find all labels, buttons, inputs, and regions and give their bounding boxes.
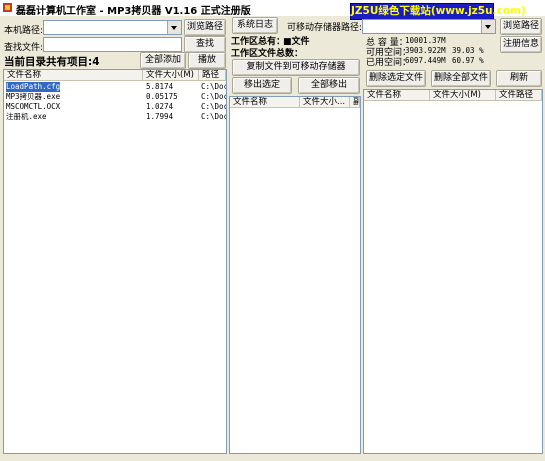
add-all-button[interactable]: 全部添加 [140,52,186,69]
local-path-combo[interactable] [43,20,182,35]
local-col-path[interactable]: 路径 [199,70,226,81]
workspace-col-name[interactable]: 文件名称 [230,97,300,108]
local-file-list[interactable]: 文件名称 文件大小(M) 路径 LoadPath.cfg 5.8174 C:\D… [3,69,227,454]
move-out-all-button[interactable]: 全部移出 [298,77,360,94]
table-row[interactable]: MP3拷贝器.exe 0.05175 C:\Doc [4,92,226,102]
brand-banner: JZ5U绿色下载站(www.jz5u.com) [350,3,526,20]
free-space-value: 3903.922M [405,46,446,55]
row-name: MP3拷贝器.exe [6,92,61,101]
removable-browse-button[interactable]: 浏览路径 [500,18,542,35]
removable-col-name[interactable]: 文件名称 [364,90,430,101]
row-path: C:\Doc [201,102,226,111]
local-col-name[interactable]: 文件名称 [4,70,143,81]
row-name: MSCOMCTL.OCX [6,102,61,111]
row-name: LoadPath.cfg [6,82,61,92]
workspace-file-list[interactable]: 文件名称 文件大小... 副 [229,96,361,454]
refresh-button[interactable]: 刷新 [496,70,542,87]
copy-to-removable-button[interactable]: 复制文件到可移动存储器 [232,59,360,76]
row-size: 1.0274 [146,102,174,111]
used-space-pct: 60.97 % [452,56,484,65]
removable-file-list[interactable]: 文件名称 文件大小(M) 文件路径 [363,89,543,454]
row-size: 5.8174 [146,82,174,91]
find-file-label: 查找文件: [4,43,44,53]
app-icon [3,3,12,12]
removable-path-label: 可移动存储器路径: [287,23,363,33]
find-file-input[interactable] [43,37,182,52]
item-count-text: 当前目录共有项目:4 [4,56,100,68]
free-space-pct: 39.03 % [452,46,484,55]
workspace-col-extra[interactable]: 副 [350,97,360,108]
row-path: C:\Doc [201,82,226,91]
table-row[interactable]: MSCOMCTL.OCX 1.0274 C:\Doc [4,102,226,112]
workspace-col-size[interactable]: 文件大小... [300,97,350,108]
removable-path-combo[interactable] [362,19,496,34]
local-path-label: 本机路径: [4,26,44,36]
total-capacity-value: 10001.37M [405,36,446,45]
row-size: 1.7994 [146,112,174,121]
removable-col-path[interactable]: 文件路径 [496,90,542,101]
local-col-size[interactable]: 文件大小(M) [143,70,199,81]
app-window: 磊磊计算机工作室 - MP3拷贝器 V1.16 正式注册版 JZ5U绿色下载站(… [0,0,545,461]
chevron-down-icon[interactable] [167,21,181,34]
table-row[interactable]: LoadPath.cfg 5.8174 C:\Doc [4,82,226,92]
removable-col-size[interactable]: 文件大小(M) [430,90,496,101]
table-row[interactable]: 注册机.exe 1.7994 C:\Doc [4,112,226,122]
used-space-value: 6097.449M [405,56,446,65]
row-path: C:\Doc [201,112,226,121]
system-log-button[interactable]: 系统日志 [232,17,278,34]
row-name: 注册机.exe [6,112,47,121]
chevron-down-icon[interactable] [481,20,495,33]
row-size: 0.05175 [146,92,178,101]
delete-selected-button[interactable]: 删除选定文件 [366,70,426,87]
row-path: C:\Doc [201,92,226,101]
play-button[interactable]: 播放 [188,52,226,69]
search-button[interactable]: 查找 [184,36,226,53]
delete-all-button[interactable]: 删除全部文件 [431,70,491,87]
register-info-button[interactable]: 注册信息 [500,36,542,53]
local-browse-button[interactable]: 浏览路径 [184,19,226,36]
workspace-size-label: 工作区文件总数： [231,49,304,59]
window-title: 磊磊计算机工作室 - MP3拷贝器 V1.16 正式注册版 [16,6,251,17]
move-out-selected-button[interactable]: 移出选定 [232,77,292,94]
